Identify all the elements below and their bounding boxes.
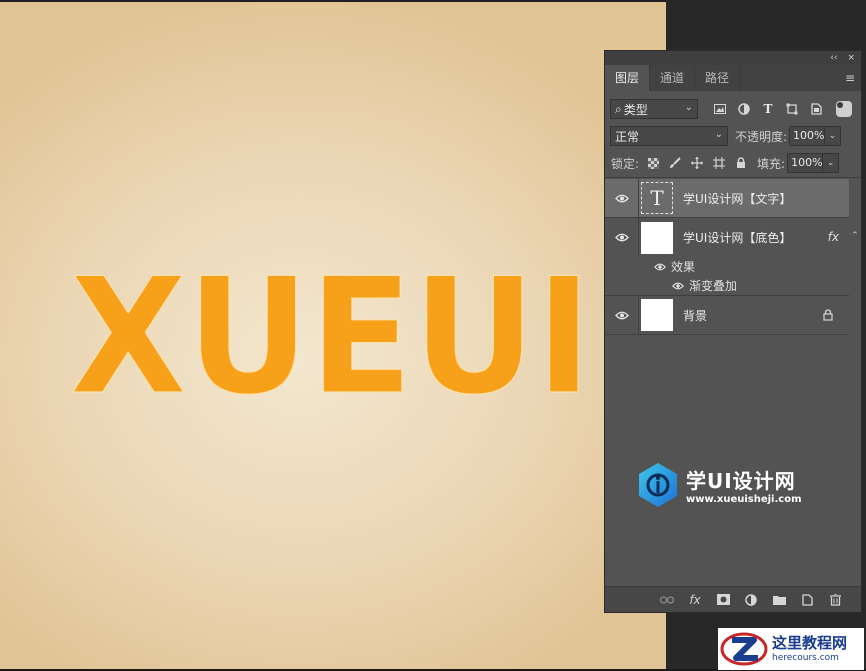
group-folder-icon[interactable]	[771, 592, 787, 608]
new-layer-icon[interactable]	[799, 592, 815, 608]
eye-icon[interactable]	[671, 282, 685, 290]
watermark-logo-icon	[639, 463, 677, 507]
panel-topbar: ‹‹ ×	[605, 51, 861, 65]
adjustment-layer-icon[interactable]	[743, 592, 759, 608]
eye-icon[interactable]	[653, 263, 667, 271]
fill-label: 填充:	[757, 156, 786, 171]
effect-item-label: 渐变叠加	[689, 279, 738, 293]
corner-logo-url: herecours.com	[772, 653, 839, 663]
search-icon: ⌕	[615, 101, 622, 116]
visibility-toggle[interactable]	[605, 295, 639, 335]
layer-name[interactable]: 背景	[683, 307, 707, 324]
lock-all-icon[interactable]	[733, 155, 749, 171]
artwork-text: XUEUI XUEUI	[70, 242, 593, 412]
image-filter-icon[interactable]	[712, 101, 728, 117]
shape-filter-icon[interactable]	[784, 101, 800, 117]
filter-kind-select[interactable]: ⌕ 类型 ⌄	[610, 99, 698, 119]
tab-paths[interactable]: 路径	[695, 65, 741, 91]
chevron-down-icon: ⌄	[684, 102, 693, 113]
panel-bottom-bar: fx	[605, 586, 861, 612]
lock-row: 锁定: 填充: 100% ⌄	[605, 150, 861, 176]
watermark-url: www.xueuisheji.com	[686, 494, 802, 505]
visibility-toggle[interactable]	[605, 218, 639, 257]
collapse-effects-icon[interactable]: ⌃	[849, 231, 861, 245]
chevron-down-icon: ⌄	[714, 129, 723, 140]
watermark-title: 学UI设计网	[686, 469, 796, 493]
panel-tabs: 图层 通道 路径 ≡	[605, 65, 861, 91]
svg-text:XUEUI: XUEUI	[70, 243, 592, 412]
panel-menu-icon[interactable]: ≡	[845, 71, 855, 85]
document-canvas[interactable]: XUEUI XUEUI	[0, 2, 666, 669]
layer-name[interactable]: 学UI设计网【文字】	[683, 190, 791, 207]
tab-channels[interactable]: 通道	[650, 65, 696, 91]
eye-icon	[614, 194, 629, 202]
watermark: 学UI设计网 www.xueuisheji.com	[636, 460, 826, 510]
effects-label: 效果	[671, 260, 696, 274]
adjustment-filter-icon[interactable]	[736, 101, 752, 117]
panel-divider	[605, 177, 861, 178]
layer-thumbnail	[641, 221, 673, 254]
corner-logo: 这里教程网 herecours.com	[718, 628, 864, 670]
layer-row-background[interactable]: 背景	[605, 295, 849, 335]
delete-icon[interactable]	[827, 592, 843, 608]
fill-input[interactable]: 100%	[787, 153, 824, 173]
blend-mode-value: 正常	[615, 129, 640, 144]
text-layer-thumbnail: T	[641, 182, 673, 214]
lock-artboard-icon[interactable]	[711, 155, 727, 171]
lock-icon	[823, 309, 833, 324]
layers-panel: ‹‹ × 图层 通道 路径 ≡ ⌕ 类型 ⌄ T 正常 ⌄ 不透明度: 100%…	[604, 50, 862, 613]
mask-icon[interactable]	[715, 592, 731, 608]
link-layers-icon[interactable]	[659, 592, 675, 608]
smart-object-filter-icon[interactable]	[808, 101, 824, 117]
lock-label: 锁定:	[611, 156, 640, 171]
blend-row: 正常 ⌄ 不透明度: 100% ⌄	[605, 123, 861, 149]
fx-icon[interactable]: fx	[687, 592, 703, 608]
lock-image-pixels-icon[interactable]	[667, 155, 683, 171]
layer-row-fill[interactable]: 学UI设计网【底色】 fx	[605, 218, 849, 257]
type-filter-icon[interactable]: T	[760, 101, 776, 117]
fill-dropdown[interactable]: ⌄	[823, 153, 840, 173]
layer-row-text[interactable]: T 学UI设计网【文字】	[605, 178, 849, 218]
tab-layers[interactable]: 图层	[605, 65, 651, 91]
filter-row: ⌕ 类型 ⌄ T	[605, 96, 861, 122]
lock-position-icon[interactable]	[689, 155, 705, 171]
opacity-input[interactable]: 100%	[789, 126, 826, 146]
eye-icon	[614, 233, 629, 242]
effects-row[interactable]: 效果	[639, 257, 849, 276]
layer-name[interactable]: 学UI设计网【底色】	[683, 229, 791, 246]
corner-logo-title: 这里教程网	[772, 634, 848, 652]
fx-indicator-icon[interactable]: fx	[828, 230, 839, 244]
close-panel-icon[interactable]: ×	[847, 51, 855, 65]
filter-kind-value: 类型	[623, 102, 648, 117]
opacity-label: 不透明度:	[735, 129, 788, 144]
collapse-panel-icon[interactable]: ‹‹	[830, 51, 837, 65]
eye-icon	[614, 311, 629, 319]
layer-thumbnail	[641, 299, 673, 331]
opacity-dropdown[interactable]: ⌄	[825, 126, 842, 146]
corner-logo-mark-icon	[720, 632, 768, 666]
visibility-toggle[interactable]	[605, 178, 639, 218]
blend-mode-select[interactable]: 正常 ⌄	[610, 126, 728, 146]
effect-item-row[interactable]: 渐变叠加	[639, 276, 849, 295]
lock-transparent-pixels-icon[interactable]	[645, 155, 661, 171]
filter-toggle[interactable]	[836, 101, 852, 117]
